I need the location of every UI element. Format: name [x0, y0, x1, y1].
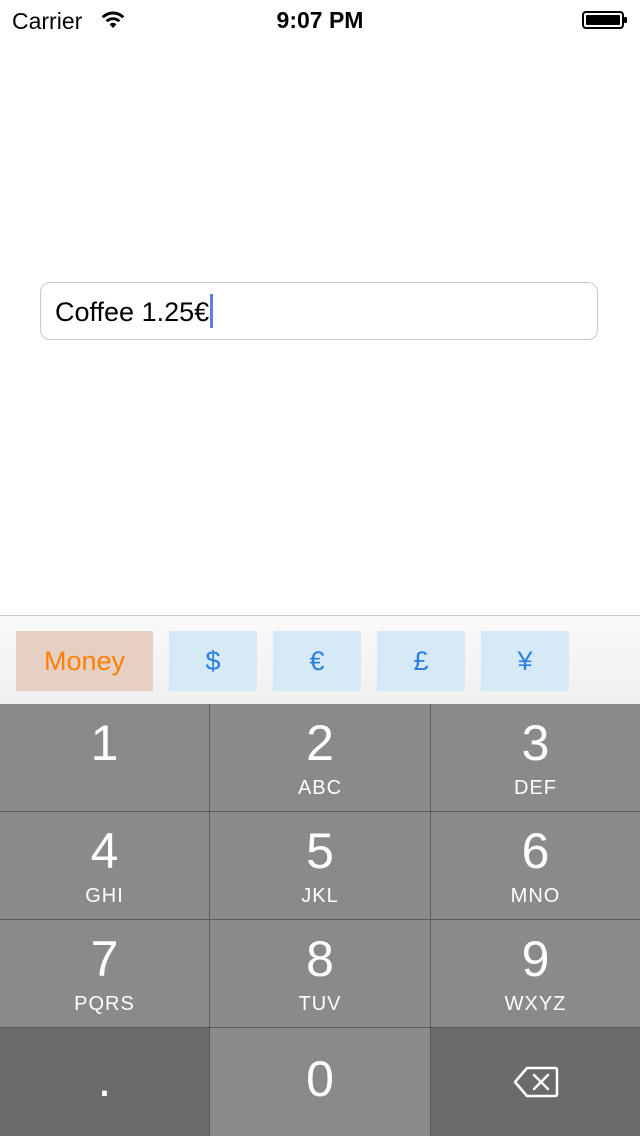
number-keypad: 1 2 ABC 3 DEF 4 GHI 5 JKL 6 MNO 7 PQRS 8…: [0, 704, 640, 1136]
key-number: 2: [306, 715, 334, 771]
status-time: 9:07 PM: [276, 7, 364, 33]
key-4[interactable]: 4 GHI: [0, 812, 209, 919]
text-caret: [210, 294, 214, 328]
key-0[interactable]: 0: [210, 1028, 430, 1136]
key-decimal[interactable]: .: [0, 1028, 209, 1136]
money-button[interactable]: Money: [16, 631, 153, 691]
key-9[interactable]: 9 WXYZ: [431, 920, 640, 1027]
keyboard-accessory-bar: Money $ € £ ¥: [0, 615, 640, 704]
key-6[interactable]: 6 MNO: [431, 812, 640, 919]
key-number: 9: [521, 931, 550, 987]
key-delete[interactable]: [431, 1028, 640, 1136]
key-1[interactable]: 1: [0, 704, 209, 811]
currency-dollar-button[interactable]: $: [169, 631, 257, 691]
delete-backspace-icon: [513, 1066, 558, 1098]
key-letters: DEF: [514, 777, 557, 799]
text-field-value-wrap: Coffee 1.25€: [55, 294, 214, 328]
key-8[interactable]: 8 TUV: [210, 920, 430, 1027]
key-number: 6: [521, 823, 550, 879]
key-7[interactable]: 7 PQRS: [0, 920, 209, 1027]
key-number: 0: [306, 1051, 334, 1107]
key-letters: GHI: [85, 885, 124, 907]
key-number: 1: [90, 715, 119, 771]
key-letters: WXYZ: [504, 993, 567, 1015]
currency-pound-button[interactable]: £: [377, 631, 465, 691]
currency-yen-button[interactable]: ¥: [481, 631, 569, 691]
key-3[interactable]: 3 DEF: [431, 704, 640, 811]
key-letters: PQRS: [74, 993, 135, 1015]
key-number: 7: [90, 931, 119, 987]
text-field-value: Coffee 1.25€: [55, 296, 210, 327]
key-letters: JKL: [301, 885, 339, 907]
key-5[interactable]: 5 JKL: [210, 812, 430, 919]
key-number: 5: [306, 823, 334, 879]
key-number: 3: [521, 715, 550, 771]
currency-euro-button[interactable]: €: [273, 631, 361, 691]
battery-icon: [582, 11, 627, 29]
key-number: 8: [306, 931, 334, 987]
key-letters: TUV: [298, 993, 342, 1015]
decimal-label: .: [97, 1051, 112, 1107]
money-text-field[interactable]: Coffee 1.25€: [40, 282, 598, 340]
key-letters: MNO: [510, 885, 561, 907]
status-bar: Carrier 9:07 PM: [0, 0, 640, 40]
key-number: 4: [90, 823, 119, 879]
key-2[interactable]: 2 ABC: [210, 704, 430, 811]
key-letters: ABC: [297, 777, 343, 799]
